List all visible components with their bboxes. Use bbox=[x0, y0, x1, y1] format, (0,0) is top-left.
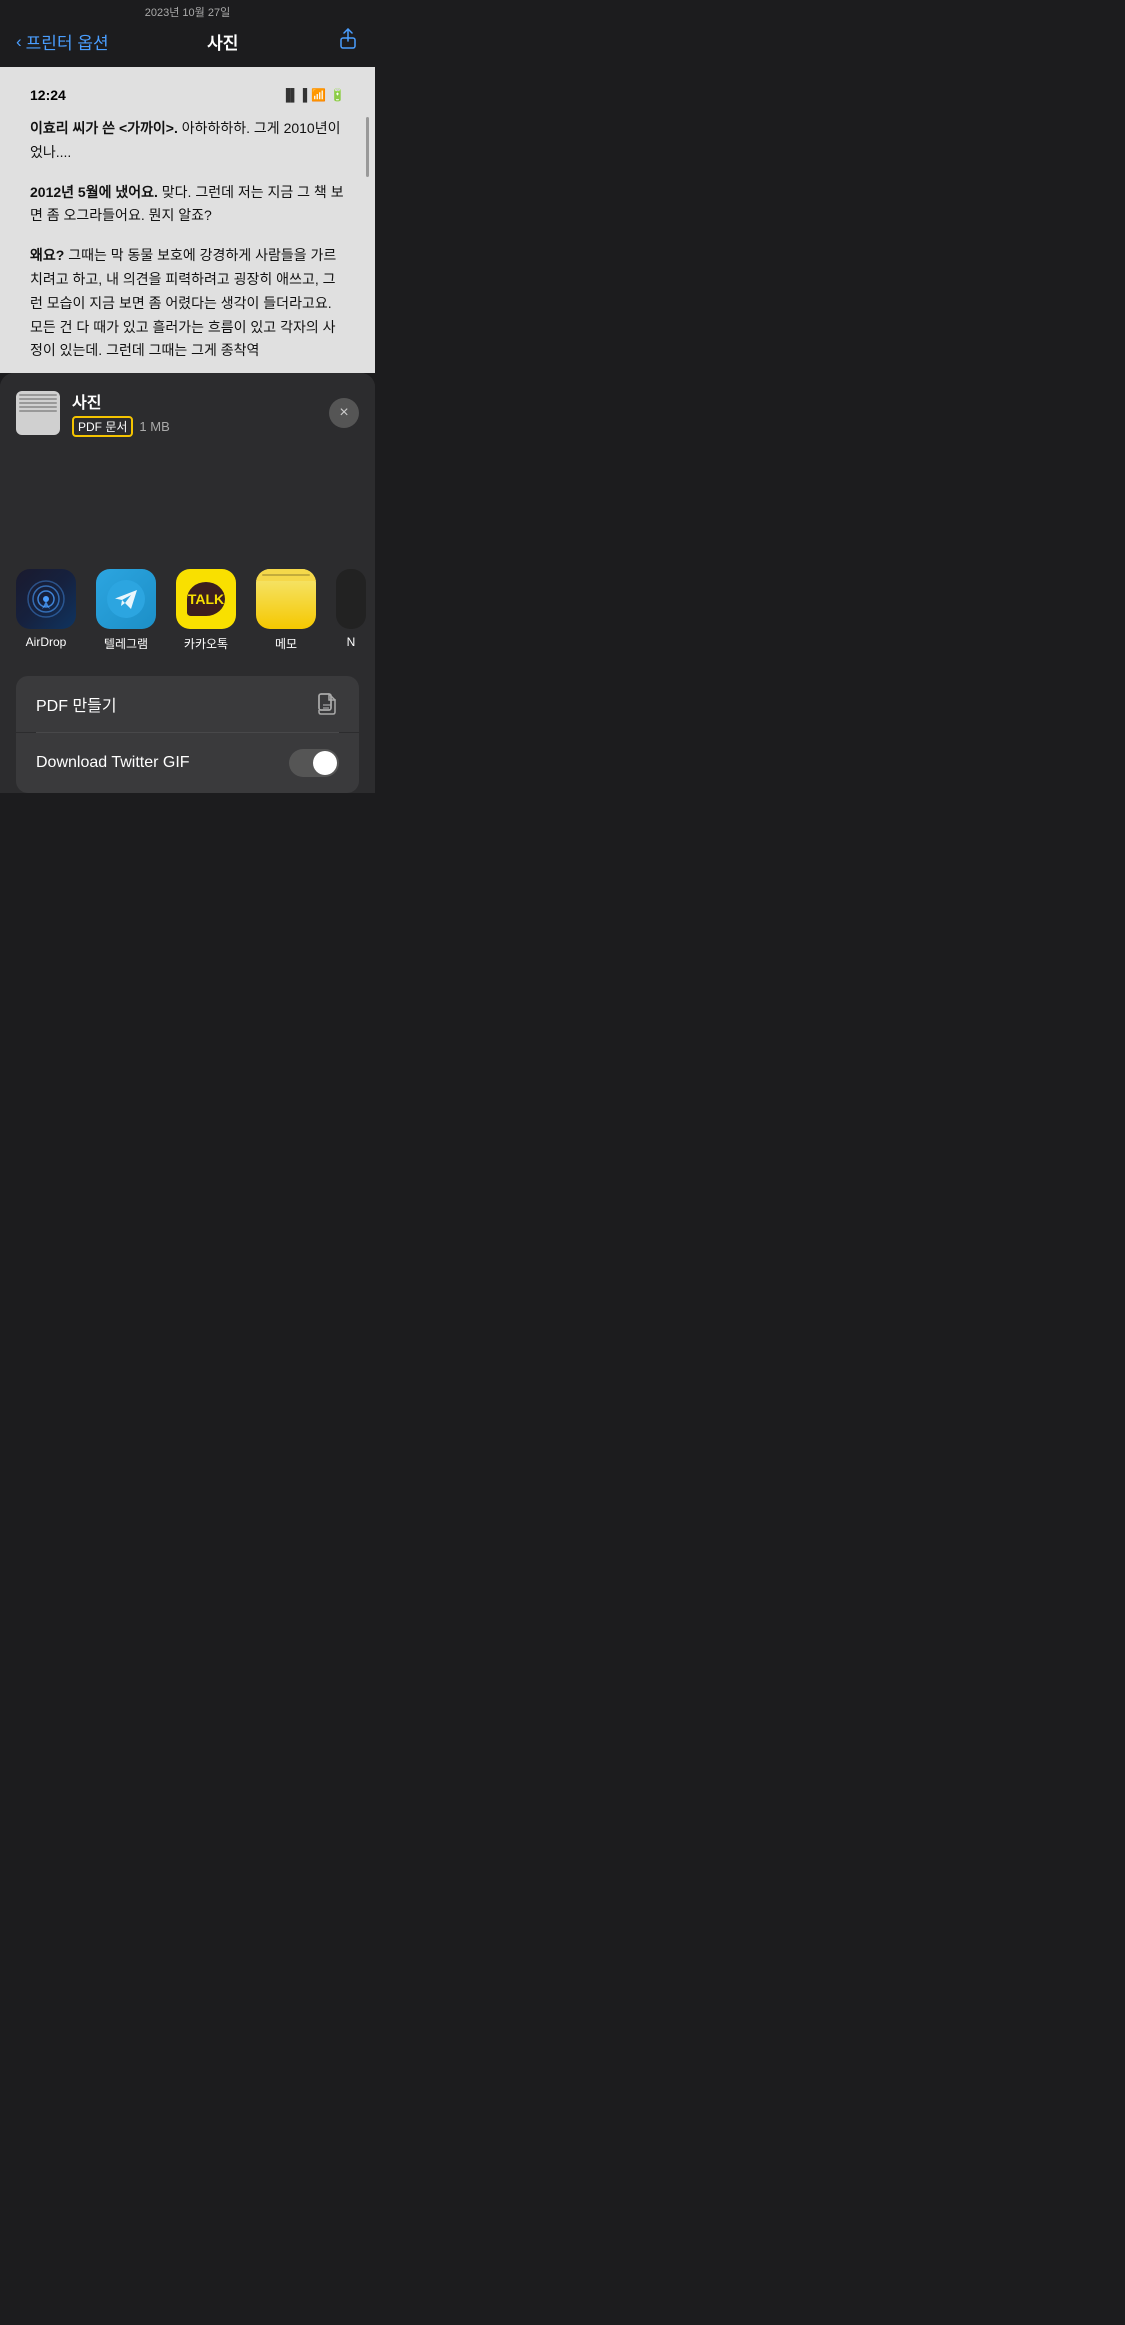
app-item-unknown[interactable]: N bbox=[336, 569, 366, 652]
telegram-label: 텔레그램 bbox=[104, 635, 148, 652]
back-chevron-icon: ‹ bbox=[16, 32, 22, 52]
close-share-button[interactable]: × bbox=[329, 398, 359, 428]
battery-icon: 🔋 bbox=[330, 88, 345, 102]
back-button[interactable]: ‹ 프린터 옵션 bbox=[16, 29, 109, 54]
page-title: 사진 bbox=[207, 29, 238, 54]
airdrop-icon bbox=[16, 569, 76, 629]
doc-text: 이효리 씨가 쓴 <가까이>. 아하하하하. 그게 2010년이었나.... 2… bbox=[30, 117, 345, 363]
signal-icon: ▐▌▐ bbox=[282, 88, 308, 102]
scroll-indicator bbox=[366, 117, 369, 177]
status-bar: 2023년 10월 27일 bbox=[0, 0, 375, 20]
document-preview: 12:24 ▐▌▐ 📶 🔋 이효리 씨가 쓴 <가까이>. 아하하하하. 그게 … bbox=[0, 67, 375, 373]
doc-status-bar: 12:24 ▐▌▐ 📶 🔋 bbox=[30, 87, 345, 103]
file-size: 1 MB bbox=[139, 419, 169, 434]
apps-row: AirDrop 텔레그램 TALK 카카오톡 bbox=[0, 553, 375, 668]
doc-time: 12:24 bbox=[30, 87, 66, 103]
file-info-row: 사진 PDF 문서 1 MB × bbox=[0, 373, 375, 453]
app-item-memo[interactable]: 메모 bbox=[256, 569, 316, 652]
twitter-toggle[interactable] bbox=[289, 749, 339, 777]
memo-icon bbox=[256, 569, 316, 629]
unknown-label: N bbox=[347, 635, 356, 649]
doc-para3-bold: 왜요? bbox=[30, 247, 64, 263]
actions-group: PDF 만들기 Download Twitter GIF bbox=[16, 676, 359, 793]
pdf-action-label: PDF 만들기 bbox=[36, 692, 117, 716]
app-item-telegram[interactable]: 텔레그램 bbox=[96, 569, 156, 652]
app-item-airdrop[interactable]: AirDrop bbox=[16, 569, 76, 652]
share-button[interactable] bbox=[337, 28, 359, 55]
share-sheet: 사진 PDF 문서 1 MB × AirDrop bbox=[0, 373, 375, 793]
back-label: 프린터 옵션 bbox=[26, 29, 109, 54]
pdf-action-item[interactable]: PDF 만들기 bbox=[16, 676, 359, 732]
twitter-action-item[interactable]: Download Twitter GIF bbox=[16, 733, 359, 793]
file-type-badge: PDF 문서 bbox=[72, 416, 133, 437]
file-name: 사진 bbox=[72, 389, 329, 413]
twitter-action-label: Download Twitter GIF bbox=[36, 754, 190, 772]
doc-status-icons: ▐▌▐ 📶 🔋 bbox=[282, 88, 345, 102]
toggle-thumb bbox=[313, 751, 337, 775]
memo-label: 메모 bbox=[275, 635, 297, 652]
app-item-kakao[interactable]: TALK 카카오톡 bbox=[176, 569, 236, 652]
doc-para1-bold: 이효리 씨가 쓴 <가까이>. bbox=[30, 120, 178, 136]
unknown-icon bbox=[336, 569, 366, 629]
kakao-label: 카카오톡 bbox=[184, 635, 228, 652]
doc-para2-bold: 2012년 5월에 냈어요. bbox=[30, 184, 158, 200]
doc-para3-rest: 그때는 막 동물 보호에 강경하게 사람들을 가르치려고 하고, 내 의견을 피… bbox=[30, 247, 336, 358]
status-date: 2023년 10월 27일 bbox=[145, 4, 230, 20]
empty-area bbox=[0, 453, 375, 553]
file-meta: 사진 PDF 문서 1 MB bbox=[72, 389, 329, 437]
kakao-bubble: TALK bbox=[187, 582, 225, 616]
airdrop-label: AirDrop bbox=[26, 635, 67, 649]
wifi-icon: 📶 bbox=[311, 88, 326, 102]
pdf-action-icon bbox=[315, 692, 339, 716]
kakao-icon: TALK bbox=[176, 569, 236, 629]
close-icon: × bbox=[339, 404, 348, 422]
file-thumbnail bbox=[16, 391, 60, 435]
telegram-icon bbox=[96, 569, 156, 629]
nav-bar: ‹ 프린터 옵션 사진 bbox=[0, 20, 375, 67]
